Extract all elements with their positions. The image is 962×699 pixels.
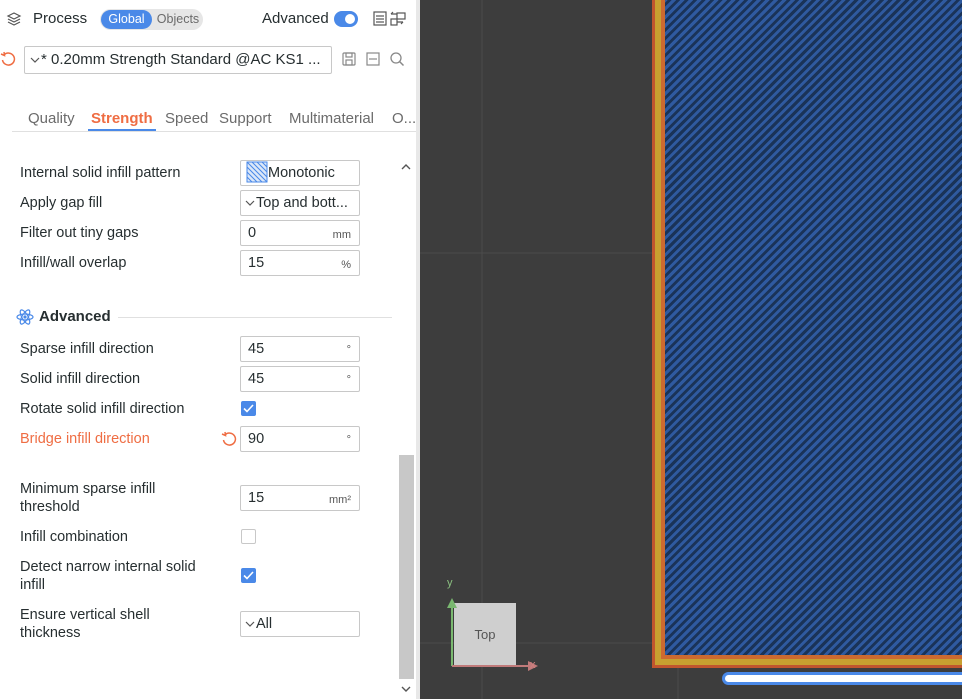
unit-label: ° (346, 344, 351, 356)
settings-tabs: Quality Strength Speed Support Multimate… (12, 108, 416, 132)
y-axis-label: y (447, 577, 453, 589)
section-divider (118, 317, 392, 318)
reset-preset-icon[interactable] (0, 51, 16, 67)
unit-label: ° (346, 434, 351, 446)
unit-label: ° (346, 374, 351, 386)
infill-combination-label: Infill combination (20, 529, 128, 545)
infill-pattern (665, 0, 962, 655)
scroll-up-icon[interactable] (401, 163, 411, 171)
3d-viewport[interactable]: Top y x (420, 0, 962, 699)
internal-solid-infill-pattern-select[interactable]: Monotonic (240, 160, 360, 186)
tab-multimaterial[interactable]: Multimaterial (289, 110, 374, 127)
solid-infill-direction-value: 45 (248, 371, 265, 387)
delete-preset-icon[interactable] (365, 51, 381, 67)
ensure-vertical-shell-thickness-label: Ensure vertical shell thickness (20, 606, 150, 642)
tab-others[interactable]: O... (392, 110, 416, 127)
label-line: Ensure vertical shell (20, 607, 150, 623)
tab-quality[interactable]: Quality (28, 110, 75, 127)
advanced-toggle-label: Advanced (262, 10, 329, 27)
infill-wall-overlap-input[interactable]: 15 % (240, 250, 360, 276)
apply-gap-fill-value: Top and bott... (256, 195, 348, 211)
label-line: Minimum sparse infill (20, 481, 156, 497)
filter-out-tiny-gaps-value: 0 (248, 225, 257, 241)
process-panel: Process Global Objects Advanced * 0.20mm… (0, 0, 416, 699)
label-line: infill (20, 577, 45, 593)
compare-presets-icon[interactable] (372, 10, 408, 28)
checkmark-icon (243, 404, 254, 413)
solid-infill-direction-input[interactable]: 45 ° (240, 366, 360, 392)
sparse-infill-direction-value: 45 (248, 341, 265, 357)
objects-mode-button[interactable]: Objects (153, 10, 203, 29)
sparse-infill-direction-label: Sparse infill direction (20, 341, 154, 357)
bridge-infill-direction-label: Bridge infill direction (20, 431, 150, 447)
label-line: threshold (20, 499, 80, 515)
ensure-vertical-shell-thickness-value: All (256, 616, 273, 632)
tab-support[interactable]: Support (219, 110, 272, 127)
checkmark-icon (243, 571, 254, 580)
unit-label: mm² (329, 494, 351, 506)
process-header: Process Global Objects Advanced (0, 0, 416, 38)
process-title: Process (33, 10, 88, 27)
scroll-down-icon[interactable] (401, 685, 411, 693)
sliced-model-preview (652, 0, 962, 668)
detect-narrow-internal-solid-infill-checkbox[interactable] (241, 568, 256, 583)
apply-gap-fill-select[interactable]: Top and bott... (240, 190, 360, 216)
filter-out-tiny-gaps-input[interactable]: 0 mm (240, 220, 360, 246)
bridge-infill-direction-input[interactable]: 90 ° (240, 426, 360, 452)
apply-gap-fill-label: Apply gap fill (20, 195, 103, 211)
ensure-vertical-shell-thickness-select[interactable]: All (240, 611, 360, 637)
advanced-toggle[interactable] (334, 11, 358, 27)
process-preset-select[interactable]: * 0.20mm Strength Standard @AC KS1 ... (24, 46, 332, 74)
preset-name: * 0.20mm Strength Standard @AC KS1 ... (41, 51, 321, 68)
unit-label: % (341, 259, 351, 271)
save-icon[interactable] (341, 51, 357, 67)
chevron-down-icon (245, 200, 255, 207)
label-line: Detect narrow internal solid (20, 559, 196, 575)
global-mode-button[interactable]: Global (101, 10, 152, 29)
advanced-section-title: Advanced (39, 308, 111, 325)
label-line: thickness (20, 625, 81, 641)
minimum-sparse-infill-threshold-input[interactable]: 15 mm² (240, 485, 360, 511)
tab-strength[interactable]: Strength (91, 110, 153, 127)
bridge-infill-direction-value: 90 (248, 431, 265, 447)
chevron-down-icon (30, 57, 40, 63)
x-axis-label: x (530, 659, 536, 671)
detect-narrow-internal-solid-infill-label: Detect narrow internal solid infill (20, 558, 196, 594)
solid-infill-direction-label: Solid infill direction (20, 371, 141, 387)
infill-combination-checkbox[interactable] (241, 529, 256, 544)
infill-wall-overlap-label: Infill/wall overlap (20, 255, 127, 271)
infill-wall-overlap-value: 15 (248, 255, 265, 271)
tab-speed[interactable]: Speed (165, 110, 208, 127)
rotate-solid-infill-direction-label: Rotate solid infill direction (20, 401, 185, 417)
unit-label: mm (332, 229, 351, 241)
active-tab-indicator (88, 129, 156, 131)
search-icon[interactable] (389, 51, 405, 67)
layers-icon (6, 12, 22, 26)
layer-slider-horizontal[interactable] (722, 672, 962, 685)
minimum-sparse-infill-threshold-value: 15 (248, 490, 265, 506)
scrollbar-thumb[interactable] (399, 455, 414, 679)
minimum-sparse-infill-threshold-label: Minimum sparse infill threshold (20, 480, 155, 516)
global-objects-switch: Global Objects (100, 9, 203, 30)
rotate-solid-infill-direction-checkbox[interactable] (241, 401, 256, 416)
monotonic-pattern-icon (246, 161, 268, 183)
chevron-down-icon (245, 621, 255, 628)
advanced-section-icon (16, 309, 34, 325)
internal-solid-infill-pattern-label: Internal solid infill pattern (20, 165, 181, 181)
reset-value-icon[interactable] (221, 431, 237, 447)
internal-solid-infill-pattern-value: Monotonic (268, 165, 335, 181)
filter-out-tiny-gaps-label: Filter out tiny gaps (20, 225, 139, 241)
sparse-infill-direction-input[interactable]: 45 ° (240, 336, 360, 362)
